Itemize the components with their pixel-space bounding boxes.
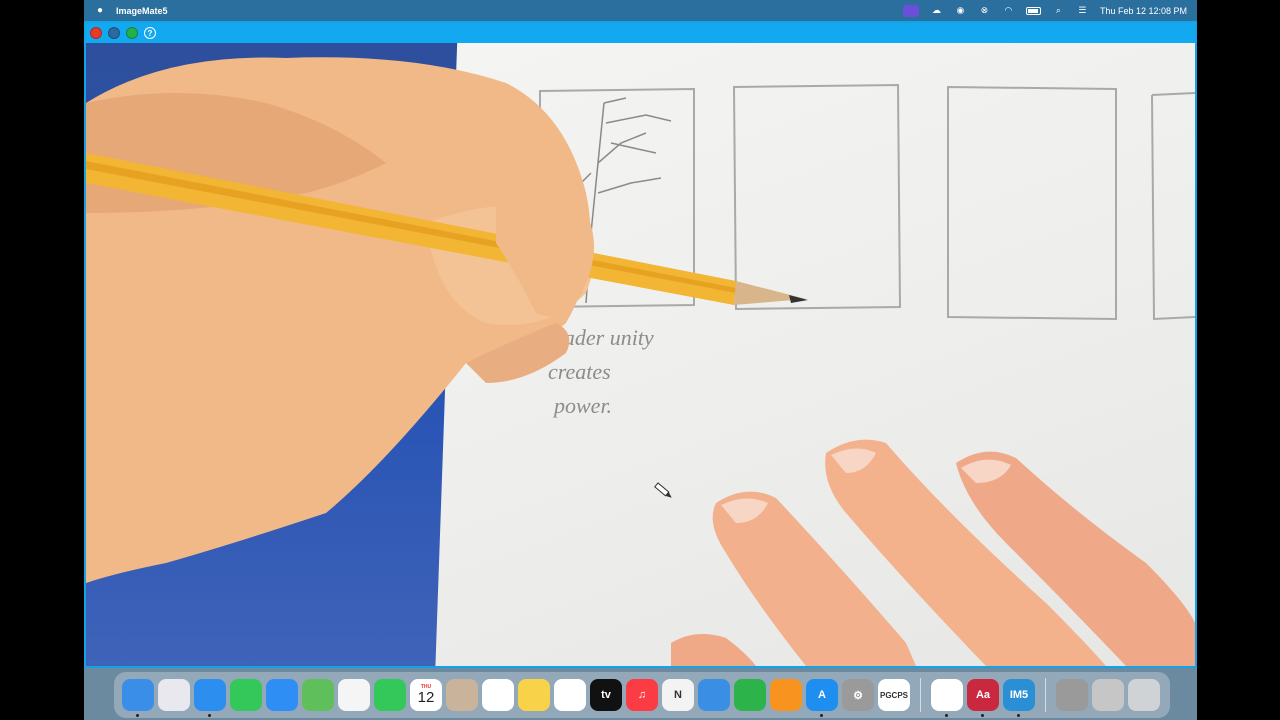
dock-separator bbox=[920, 678, 921, 712]
imagemate-icon: IM5 bbox=[1009, 689, 1029, 701]
dock-item-chrome[interactable] bbox=[931, 679, 963, 717]
dock-item-app-store[interactable]: A bbox=[806, 679, 838, 717]
menu-bar-clock[interactable]: Thu Feb 12 12:08 PM bbox=[1100, 6, 1187, 16]
dock-item-launchpad[interactable] bbox=[158, 679, 190, 711]
window-toolbar: ? bbox=[86, 23, 1195, 43]
apple-tv-icon: tv bbox=[601, 689, 611, 701]
dock-item-maps[interactable] bbox=[302, 679, 334, 711]
system-settings-icon: ⚙ bbox=[853, 689, 863, 702]
dock-item-finder[interactable] bbox=[122, 679, 154, 717]
dock-item-facetime[interactable] bbox=[374, 679, 406, 711]
minimize-window-button[interactable] bbox=[108, 27, 120, 39]
news-icon: N bbox=[674, 689, 682, 701]
screen: ● ImageMate5 ☁ ◉ ⊗ ◠ ⌕ ☰ Thu Feb 12 12:0… bbox=[84, 0, 1197, 720]
dock-item-system-settings[interactable]: ⚙ bbox=[842, 679, 874, 711]
battery-icon[interactable] bbox=[1025, 6, 1041, 15]
dock-item-dictionary[interactable]: Aa bbox=[967, 679, 999, 717]
drawing-hand bbox=[86, 57, 594, 584]
creative-cloud-icon[interactable]: ☁ bbox=[930, 5, 943, 16]
sketch-scene: leader unity creates power. bbox=[86, 57, 1195, 666]
dock-item-reminders[interactable] bbox=[482, 679, 514, 711]
zoom-window-button[interactable] bbox=[126, 27, 138, 39]
antivirus-icon[interactable]: ◉ bbox=[954, 5, 967, 16]
resting-hand bbox=[671, 439, 1195, 666]
dock-item-downloads-stack[interactable] bbox=[1092, 679, 1124, 711]
thumbnail-frame-2 bbox=[732, 83, 902, 311]
dock-item-pages[interactable] bbox=[770, 679, 802, 711]
pgcps-icon: PGCPS bbox=[879, 690, 908, 700]
music-icon: ♫ bbox=[637, 689, 647, 701]
app-menu-name[interactable]: ImageMate5 bbox=[116, 6, 168, 16]
live-camera-view: leader unity creates power. bbox=[86, 43, 1195, 666]
dock-item-imagemate[interactable]: IM5 bbox=[1003, 679, 1035, 717]
screen-sharing-icon[interactable] bbox=[902, 4, 919, 17]
handwriting-line-2: creates bbox=[548, 359, 611, 384]
dock-item-safari[interactable] bbox=[194, 679, 226, 717]
dock-item-photos[interactable] bbox=[338, 679, 370, 711]
dock-item-notes[interactable] bbox=[518, 679, 550, 711]
dock-item-trash[interactable] bbox=[1128, 679, 1160, 711]
calendar-day: 12 bbox=[417, 689, 435, 706]
control-center-icon[interactable]: ☰ bbox=[1076, 5, 1089, 16]
wifi-icon[interactable]: ◠ bbox=[1002, 5, 1015, 16]
dictionary-icon: Aa bbox=[975, 689, 991, 701]
menu-bar-status-area: ☁ ◉ ⊗ ◠ ⌕ ☰ Thu Feb 12 12:08 PM bbox=[902, 4, 1197, 17]
spotlight-search-icon[interactable]: ⌕ bbox=[1052, 5, 1065, 16]
dock-item-contacts[interactable] bbox=[446, 679, 478, 711]
menu-bar: ● ImageMate5 ☁ ◉ ⊗ ◠ ⌕ ☰ Thu Feb 12 12:0… bbox=[84, 0, 1197, 21]
dock-item-news[interactable]: N bbox=[662, 679, 694, 711]
dock-item-numbers[interactable] bbox=[734, 679, 766, 711]
dock-item-apple-tv[interactable]: tv bbox=[590, 679, 622, 711]
app-store-icon: A bbox=[818, 689, 826, 701]
dock-separator bbox=[1045, 678, 1046, 712]
thumbnail-frame-3 bbox=[947, 85, 1117, 321]
apple-menu-icon[interactable]: ● bbox=[94, 5, 106, 16]
dock-item-keynote[interactable] bbox=[698, 679, 730, 711]
dock-item-calendar[interactable]: THU 12 bbox=[410, 679, 442, 711]
vpn-icon[interactable]: ⊗ bbox=[978, 5, 991, 16]
close-window-button[interactable] bbox=[90, 27, 102, 39]
handwriting-line-3: power. bbox=[552, 393, 612, 418]
dock: THU 12 tv ♫ N A ⚙ PGCPS Aa IM5 bbox=[114, 672, 1170, 718]
dock-item-document-folder[interactable] bbox=[1056, 679, 1088, 711]
dock-item-pgcps[interactable]: PGCPS bbox=[878, 679, 910, 711]
help-button[interactable]: ? bbox=[144, 27, 156, 39]
dock-item-messages[interactable] bbox=[230, 679, 262, 711]
dock-item-freeform[interactable] bbox=[554, 679, 586, 711]
thumbnail-frame-4 bbox=[1151, 92, 1195, 321]
dock-item-music[interactable]: ♫ bbox=[626, 679, 658, 711]
pencil-cursor-icon bbox=[654, 482, 672, 498]
dock-item-mail[interactable] bbox=[266, 679, 298, 711]
imagemate-window: ? leader unity creates power. bbox=[84, 21, 1197, 668]
